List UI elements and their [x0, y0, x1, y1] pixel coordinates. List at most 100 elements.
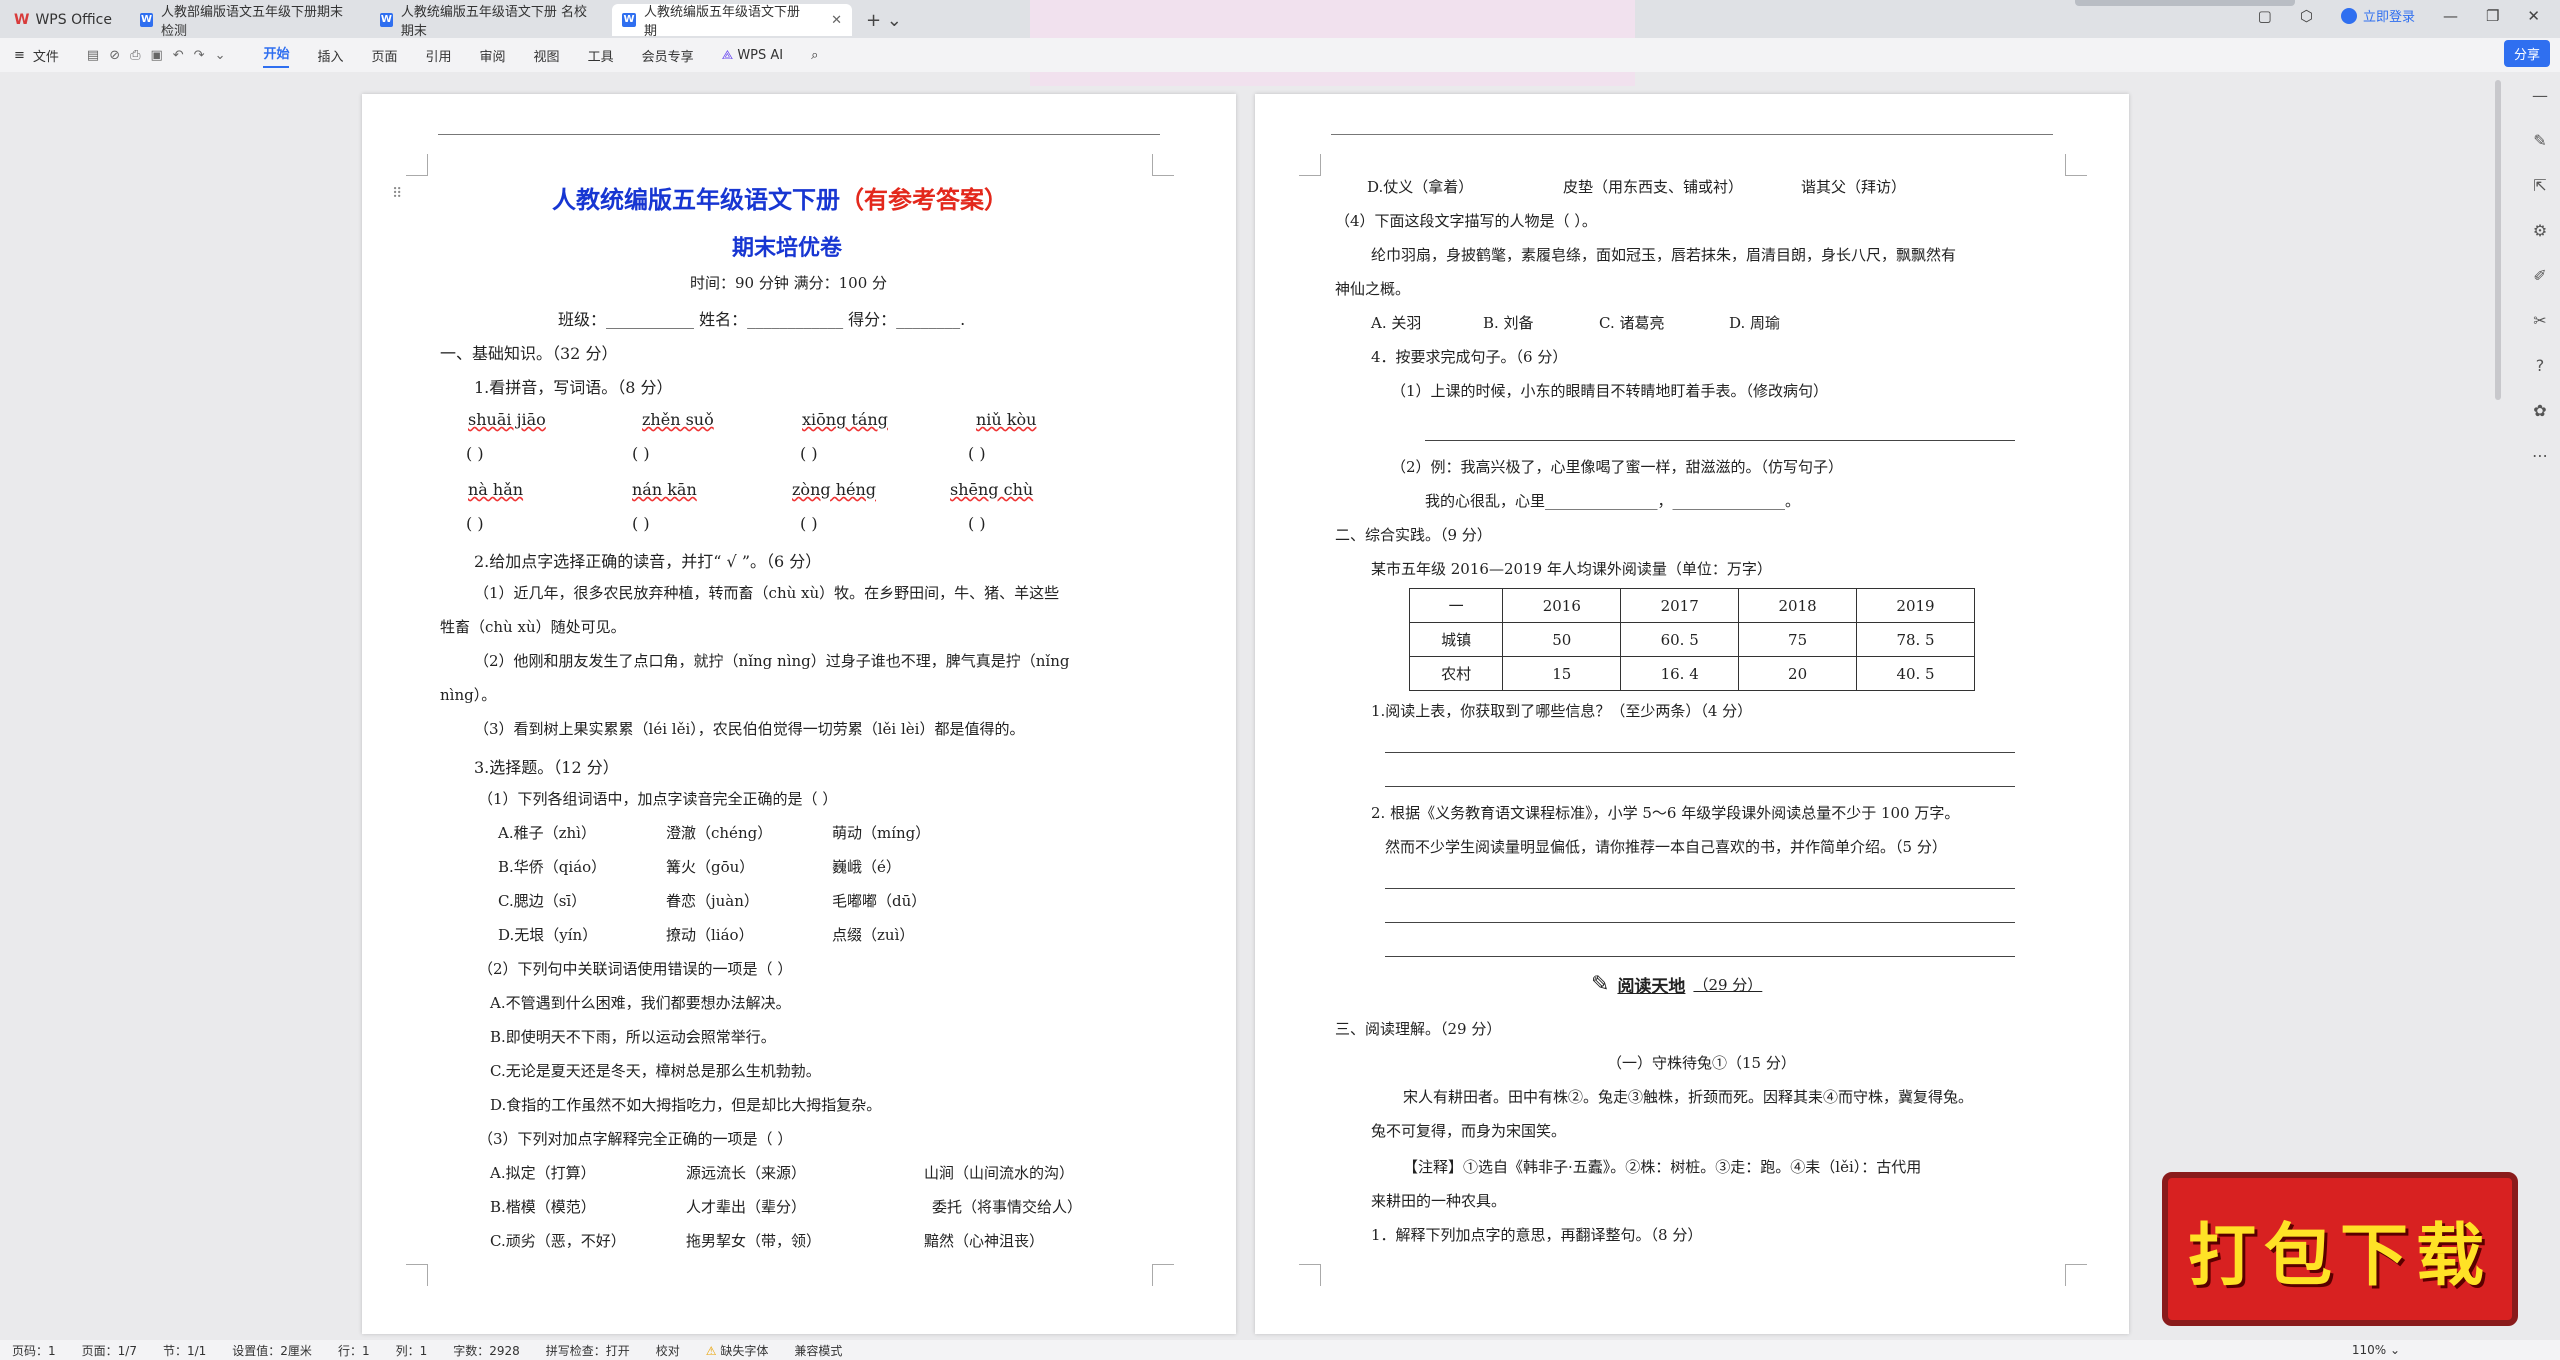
option: C.腮边（sī） [498, 892, 587, 910]
question-text: （4）下面这段文字描写的人物是（ ）。 [1335, 212, 1597, 230]
answer-line[interactable] [1385, 888, 2015, 889]
option: 委托（将事情交给人） [932, 1198, 1083, 1216]
right-sidebar: — ✎ ⇱ ⚙ ✐ ✂ ? ✿ ⋯ [2520, 72, 2560, 1340]
spellcheck-toggle[interactable]: 拼写检查：打开 [546, 1342, 630, 1359]
login-button[interactable]: 立即登录 [2340, 6, 2415, 25]
doc-subtitle: 期末培优卷 [732, 235, 843, 261]
close-window-icon[interactable]: ✕ [2527, 7, 2540, 25]
help-icon[interactable]: ? [2536, 356, 2545, 375]
crop-mark [1299, 154, 1321, 176]
answer-bracket: ( ) [632, 444, 650, 463]
crop-mark [406, 154, 428, 176]
header-rule [438, 134, 1160, 135]
section-heading: 二、综合实践。（9 分） [1335, 526, 1492, 544]
section-heading: 一、基础知识。（32 分） [440, 344, 618, 363]
doc-tab-2[interactable]: W 人教统编版五年级语文下册 名校期末 [370, 4, 606, 39]
zoom-level[interactable]: 110% ⌄ [2352, 1343, 2400, 1357]
restore-icon[interactable]: ❐ [2486, 7, 2499, 25]
close-tab-icon[interactable]: ✕ [831, 13, 842, 28]
crop-mark [1152, 154, 1174, 176]
option: 谐其父（拜访） [1801, 178, 1907, 196]
scrollbar[interactable] [2495, 80, 2501, 400]
question-text: 牲畜（chù xù）随处可见。 [440, 618, 626, 636]
table-cell: 2018 [1738, 588, 1858, 623]
gift-icon[interactable]: ✿ [2533, 401, 2546, 420]
tab-home[interactable]: 开始 [263, 43, 290, 68]
download-banner[interactable]: 打包下载 [2162, 1172, 2518, 1326]
pinyin: shēng chù [950, 480, 1034, 499]
table-cell: 75 [1738, 622, 1858, 657]
drag-handle-icon[interactable]: ⠿ [392, 186, 402, 202]
option: D.无垠（yín） [498, 926, 598, 944]
missing-font-button[interactable]: ⚠ 缺失字体 [706, 1342, 769, 1359]
tab-tools[interactable]: 工具 [588, 46, 614, 65]
answer-line[interactable] [1385, 752, 2015, 753]
pinyin: nà hǎn [468, 480, 524, 499]
answer-line[interactable] [1385, 956, 2015, 957]
wps-ai-button[interactable]: ⟁ WPS AI [722, 48, 784, 63]
tools-icon[interactable]: ✂ [2533, 311, 2546, 330]
option: B.即使明天不下雨，所以运动会照常举行。 [490, 1028, 776, 1046]
annotation: 【注释】①选自《韩非子·五蠹》。②株：树桩。③走：跑。④耒（lěi）：古代用 [1403, 1158, 1922, 1176]
doc-tab-1[interactable]: W 人教部编版语文五年级下册期末检测 [130, 4, 364, 39]
share-button[interactable]: 分享 [2503, 40, 2550, 67]
pinyin: shuāi jiāo [468, 410, 546, 429]
question-text: （2）他刚和朋友发生了点口角，就拧（nǐng nìng）过身子谁也不理，脾气真是… [474, 652, 1070, 670]
pen-icon[interactable]: ✐ [2533, 266, 2546, 285]
option: C.无论是夏天还是冬天，樟树总是那么生机勃勃。 [490, 1062, 821, 1080]
option: 眷恋（juàn） [666, 892, 759, 910]
answer-line[interactable] [1385, 922, 2015, 923]
file-menu[interactable]: 文件 [33, 46, 59, 65]
header-rule [1331, 134, 2053, 135]
pinyin: niǔ kòu [976, 410, 1037, 429]
edit-icon[interactable]: ✎ [2533, 131, 2546, 150]
status-bar: 页码：1 页面：1/7 节：1/1 设置值：2厘米 行：1 列：1 字数：292… [0, 1340, 2560, 1360]
table-cell: 城镇 [1408, 622, 1504, 657]
option: A.拟定（打算） [490, 1164, 596, 1182]
collapse-icon[interactable]: — [2532, 86, 2548, 105]
box-icon[interactable]: ⬡ [2300, 7, 2313, 25]
document-page-2: D.仗义（拿着） 皮垫（用东西支、铺或衬） 谐其父（拜访） （4）下面这段文字描… [1255, 94, 2129, 1334]
wps-home-tab[interactable]: W WPS Office [14, 4, 112, 36]
question: 2. 根据《义务教育语文课程标准》，小学 5～6 年级学段课外阅读总量不少于 1… [1371, 804, 1960, 822]
table-cell: 78. 5 [1856, 622, 1975, 657]
layout-icon[interactable]: ▢ [2258, 7, 2272, 25]
option: 黯然（心神沮丧） [924, 1232, 1045, 1250]
tab-member[interactable]: 会员专享 [642, 46, 694, 65]
new-tab-button[interactable]: + ⌄ [866, 10, 902, 31]
settings-icon[interactable]: ⚙ [2533, 221, 2547, 240]
menu-icon[interactable]: ≡ [14, 48, 25, 63]
document-page-1: ⠿ 人教统编版五年级语文下册（有参考答案） 期末培优卷 时间：90 分钟 满分：… [362, 94, 1236, 1334]
quick-access-icons[interactable]: ▤⊘⎙▣↶↷⌄ [87, 48, 236, 63]
answer-bracket: ( ) [466, 514, 484, 533]
table-cell: 50 [1502, 622, 1622, 657]
tab-review[interactable]: 审阅 [480, 46, 506, 65]
select-icon[interactable]: ⇱ [2533, 176, 2546, 195]
option: D. 周瑜 [1729, 314, 1781, 332]
answer-line[interactable] [1425, 440, 2015, 441]
tab-reference[interactable]: 引用 [426, 46, 452, 65]
status-row: 行：1 [337, 1343, 370, 1358]
answer-line[interactable] [1385, 786, 2015, 787]
crop-mark [406, 1264, 428, 1286]
status-wordcount[interactable]: 字数：2928 [453, 1342, 520, 1359]
pinyin: nán kān [632, 480, 697, 499]
proofread-button[interactable]: 校对 [656, 1342, 680, 1359]
ai-icon: ⟁ [721, 47, 738, 63]
student-fields: 班级：___________ 姓名：____________ 得分：______… [558, 310, 966, 329]
question: 1．解释下列加点字的意思，再翻译整句。（8 分） [1371, 1226, 1703, 1244]
tab-page[interactable]: 页面 [372, 46, 398, 65]
question-text: （2）例：我高兴极了，心里像喝了蜜一样，甜滋滋的。（仿写句子） [1391, 458, 1844, 476]
tab-view[interactable]: 视图 [534, 46, 560, 65]
minimize-icon[interactable]: — [2443, 7, 2458, 25]
compat-mode: 兼容模式 [794, 1343, 843, 1358]
option: 人才辈出（辈分） [686, 1198, 807, 1216]
tab-insert[interactable]: 插入 [317, 46, 343, 65]
doc-title: 人教统编版五年级语文下册（有参考答案） [552, 185, 1008, 214]
search-icon[interactable]: ⌕ [811, 48, 818, 63]
question-text: （3）看到树上果实累累（léi lěi），农民伯伯觉得一切劳累（lěi lèi）… [474, 720, 1025, 738]
pinyin: zòng héng [792, 480, 877, 499]
more-icon[interactable]: ⋯ [2532, 446, 2548, 465]
doc-tab-3[interactable]: W 人教统编版五年级语文下册 期 ✕ [612, 4, 852, 39]
pinyin: xiōng táng [802, 410, 888, 429]
